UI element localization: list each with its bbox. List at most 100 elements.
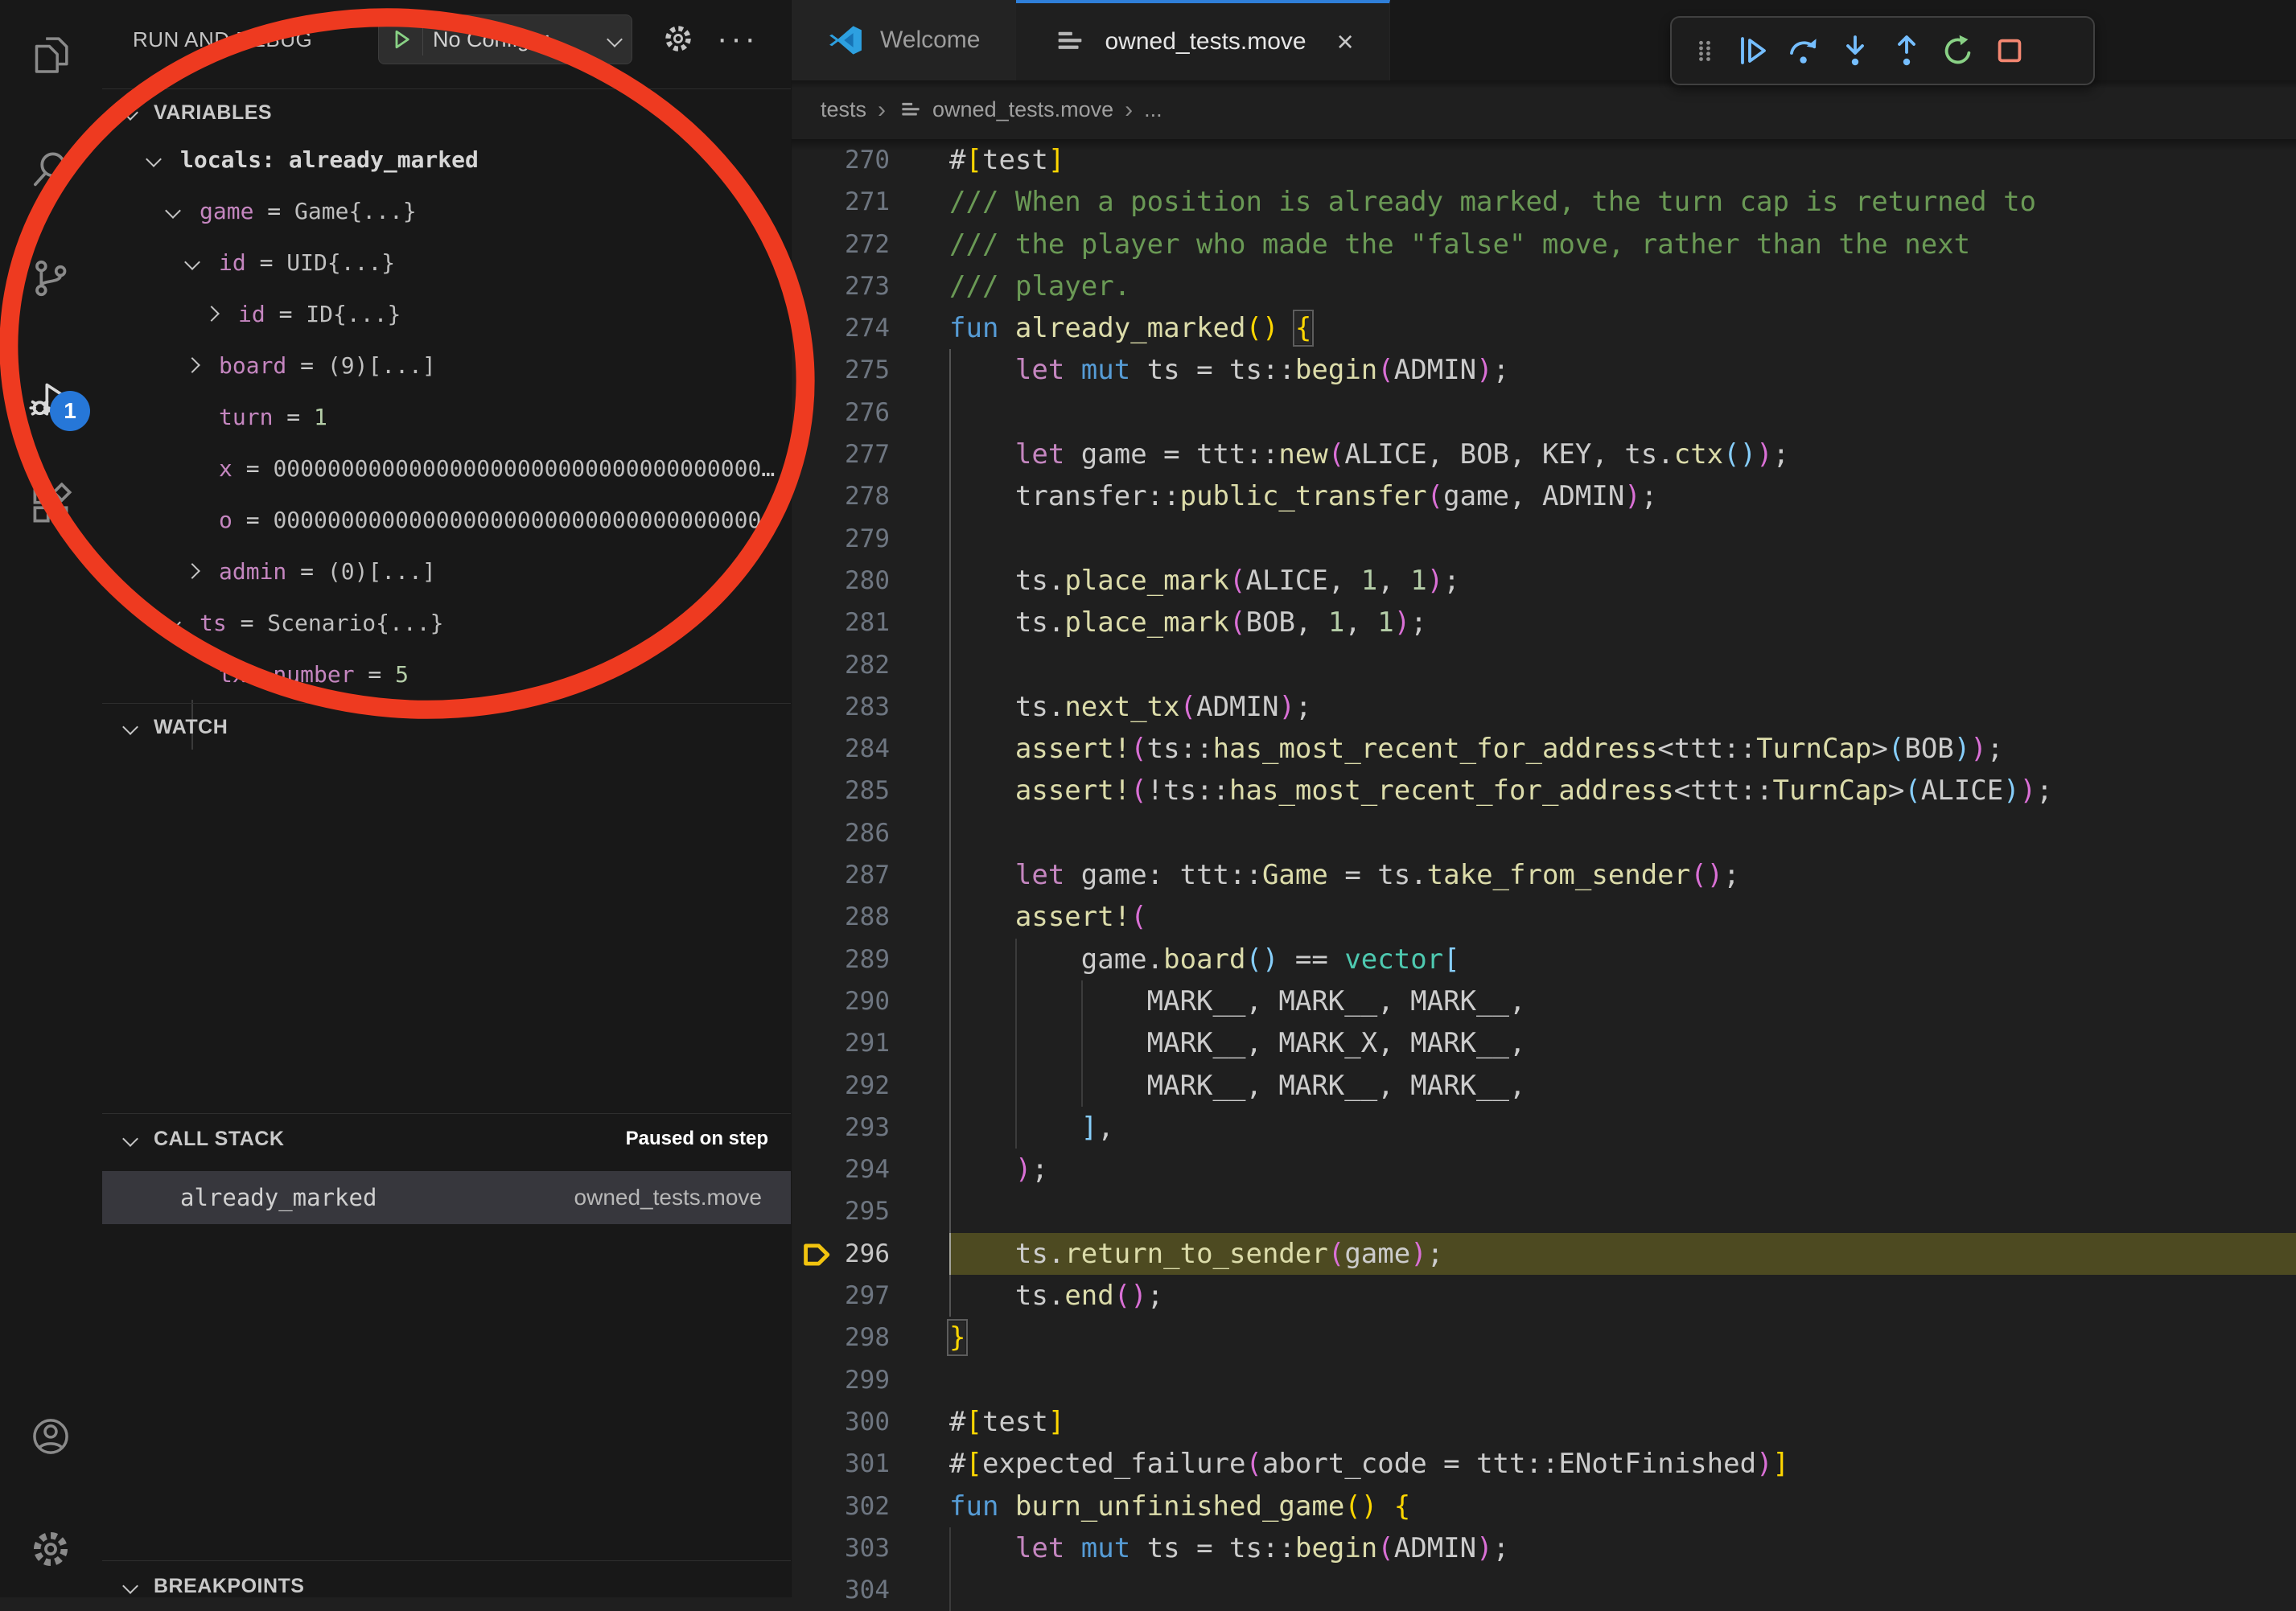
gutter[interactable]: 270 — [792, 139, 949, 181]
code-line[interactable]: 270#[test] — [792, 139, 2296, 181]
code-line[interactable]: 275 let mut ts = ts::begin(ADMIN); — [792, 349, 2296, 391]
code-line[interactable]: 292 MARK__, MARK__, MARK__, — [792, 1065, 2296, 1107]
tab-owned-tests-move[interactable]: owned_tests.move× — [1016, 0, 1389, 80]
gutter[interactable]: 301 — [792, 1443, 949, 1485]
code-line[interactable]: 287 let game: ttt::Game = ts.take_from_s… — [792, 854, 2296, 896]
current-execution-line[interactable]: 296 ts.return_to_sender(game); — [792, 1233, 2296, 1275]
variable-row[interactable]: game = Game{...} — [102, 185, 791, 236]
more-actions-icon[interactable]: ··· — [718, 19, 757, 58]
code-line[interactable]: 280 ts.place_mark(ALICE, 1, 1); — [792, 560, 2296, 602]
step-over-button[interactable] — [1778, 25, 1829, 76]
gutter[interactable]: 291 — [792, 1022, 949, 1064]
variable-row[interactable]: locals: already_marked — [102, 134, 791, 185]
breadcrumb-item[interactable]: owned_tests.move — [897, 97, 1113, 124]
code-area[interactable]: 270#[test]271/// When a position is alre… — [792, 139, 2296, 1597]
variable-row[interactable]: id = UID{...} — [102, 236, 791, 288]
call-stack-frame[interactable]: already_marked owned_tests.move — [102, 1171, 791, 1224]
code-line[interactable]: 285 assert!(!ts::has_most_recent_for_add… — [792, 770, 2296, 812]
variable-row[interactable]: turn = 1 — [102, 391, 791, 442]
variable-row[interactable]: txn_number = 5 — [102, 648, 791, 700]
variable-row[interactable]: x = 000000000000000000000000000000000000… — [102, 442, 791, 494]
code-line[interactable]: 304 — [792, 1569, 2296, 1611]
chevron-right-icon[interactable] — [187, 360, 219, 371]
chevron-down-icon[interactable] — [167, 617, 200, 628]
gutter[interactable]: 298 — [792, 1317, 949, 1358]
gutter[interactable]: 271 — [792, 181, 949, 223]
breakpoints-section-header[interactable]: BREAKPOINTS — [102, 1564, 791, 1609]
gutter[interactable]: 272 — [792, 224, 949, 265]
gutter[interactable]: 281 — [792, 602, 949, 643]
gutter[interactable]: 288 — [792, 896, 949, 938]
code-line[interactable]: 283 ts.next_tx(ADMIN); — [792, 686, 2296, 728]
gutter[interactable]: 299 — [792, 1359, 949, 1401]
account-icon[interactable] — [14, 1399, 88, 1473]
restart-button[interactable] — [1932, 25, 1984, 76]
debug-gear-icon[interactable] — [659, 19, 697, 58]
chevron-down-icon[interactable] — [148, 154, 180, 165]
code-line[interactable]: 294 ); — [792, 1149, 2296, 1190]
gutter[interactable]: 279 — [792, 518, 949, 560]
variable-row[interactable]: o = 000000000000000000000000000000000000… — [102, 494, 791, 545]
gutter[interactable]: 302 — [792, 1486, 949, 1527]
watch-section-header[interactable]: WATCH — [102, 705, 791, 750]
debug-config-dropdown[interactable]: No Configur — [378, 14, 632, 64]
explorer-icon[interactable] — [14, 18, 88, 92]
gutter[interactable]: 284 — [792, 728, 949, 770]
gutter[interactable]: 278 — [792, 475, 949, 517]
gutter[interactable]: 273 — [792, 265, 949, 307]
code-line[interactable]: 300#[test] — [792, 1401, 2296, 1443]
gutter[interactable]: 290 — [792, 980, 949, 1022]
code-line[interactable]: 290 MARK__, MARK__, MARK__, — [792, 980, 2296, 1022]
code-line[interactable]: 297 ts.end(); — [792, 1275, 2296, 1317]
code-line[interactable]: 303 let mut ts = ts::begin(ADMIN); — [792, 1527, 2296, 1569]
call-stack-section-header[interactable]: CALL STACK Paused on step — [102, 1116, 791, 1161]
step-into-button[interactable] — [1829, 25, 1881, 76]
variable-row[interactable]: id = ID{...} — [102, 288, 791, 339]
code-line[interactable]: 284 assert!(ts::has_most_recent_for_addr… — [792, 728, 2296, 770]
code-line[interactable]: 302fun burn_unfinished_game() { — [792, 1486, 2296, 1527]
gutter[interactable]: 300 — [792, 1401, 949, 1443]
code-line[interactable]: 276 — [792, 392, 2296, 434]
gutter[interactable]: 296 — [792, 1233, 949, 1275]
toolbar-drag-handle-icon[interactable] — [1686, 25, 1723, 76]
variable-row[interactable]: ts = Scenario{...} — [102, 597, 791, 648]
code-line[interactable]: 274fun already_marked() { — [792, 307, 2296, 349]
continue-button[interactable] — [1726, 25, 1778, 76]
code-line[interactable]: 293 ], — [792, 1107, 2296, 1149]
extensions-icon[interactable] — [14, 468, 88, 542]
source-control-icon[interactable] — [14, 241, 88, 315]
gutter[interactable]: 275 — [792, 349, 949, 391]
gutter[interactable]: 295 — [792, 1190, 949, 1232]
gutter[interactable]: 285 — [792, 770, 949, 812]
gutter[interactable]: 292 — [792, 1065, 949, 1107]
code-line[interactable]: 301#[expected_failure(abort_code = ttt::… — [792, 1443, 2296, 1485]
code-line[interactable]: 277 let game = ttt::new(ALICE, BOB, KEY,… — [792, 434, 2296, 475]
breadcrumb-item[interactable]: ... — [1144, 97, 1162, 122]
chevron-down-icon[interactable] — [187, 257, 219, 268]
gutter[interactable]: 297 — [792, 1275, 949, 1317]
code-line[interactable]: 289 game.board() == vector[ — [792, 939, 2296, 980]
gutter[interactable]: 282 — [792, 644, 949, 686]
gutter[interactable]: 283 — [792, 686, 949, 728]
code-line[interactable]: 271/// When a position is already marked… — [792, 181, 2296, 223]
breadcrumb-item[interactable]: tests — [821, 97, 866, 122]
chevron-right-icon[interactable] — [187, 565, 219, 577]
settings-gear-icon[interactable] — [14, 1512, 88, 1586]
gutter[interactable]: 289 — [792, 939, 949, 980]
gutter[interactable]: 293 — [792, 1107, 949, 1149]
gutter[interactable]: 294 — [792, 1149, 949, 1190]
code-line[interactable]: 282 — [792, 644, 2296, 686]
gutter[interactable]: 304 — [792, 1569, 949, 1611]
gutter[interactable]: 286 — [792, 812, 949, 854]
variable-row[interactable]: board = (9)[...] — [102, 339, 791, 391]
code-line[interactable]: 273/// player. — [792, 265, 2296, 307]
stop-button[interactable] — [1984, 25, 2035, 76]
code-line[interactable]: 286 — [792, 812, 2296, 854]
code-line[interactable]: 299 — [792, 1359, 2296, 1401]
code-line[interactable]: 288 assert!( — [792, 896, 2296, 938]
code-line[interactable]: 279 — [792, 518, 2296, 560]
code-line[interactable]: 272/// the player who made the "false" m… — [792, 224, 2296, 265]
code-line[interactable]: 291 MARK__, MARK_X, MARK__, — [792, 1022, 2296, 1064]
tab-welcome[interactable]: Welcome — [792, 0, 1016, 80]
code-line[interactable]: 298} — [792, 1317, 2296, 1358]
